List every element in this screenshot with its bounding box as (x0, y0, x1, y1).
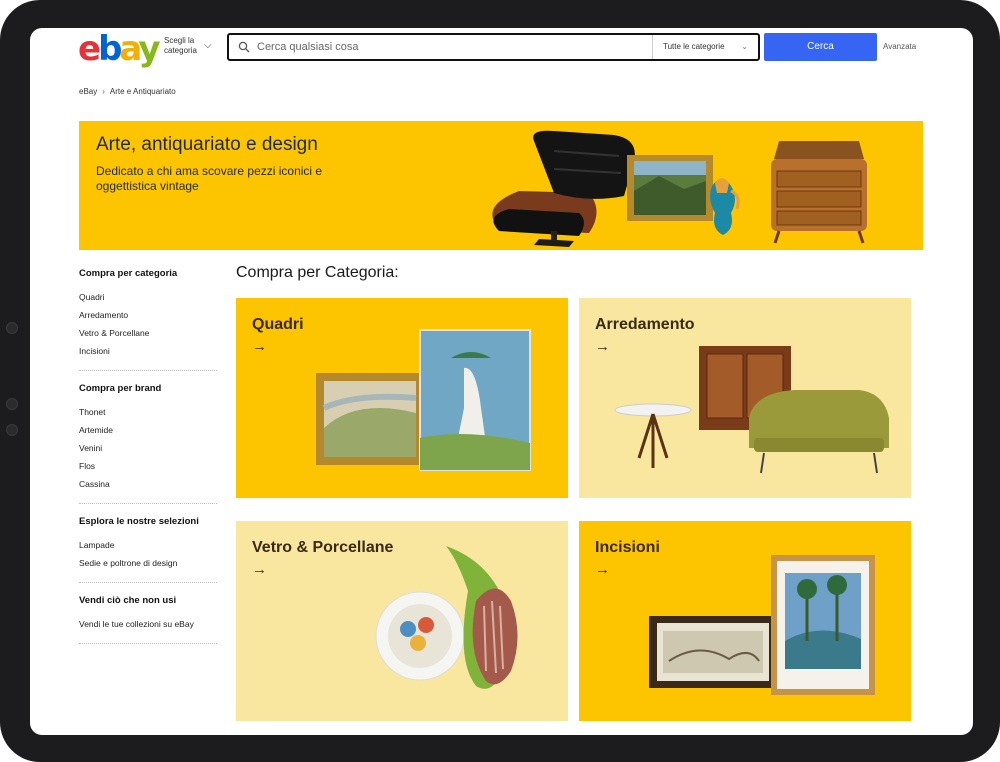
side-button (6, 398, 18, 410)
sidebar-link-cassina[interactable]: Cassina (79, 475, 217, 493)
category-card-vetro-porcellane[interactable]: Vetro & Porcellane → (236, 521, 568, 721)
tablet-frame: ebay Scegli la categoria ⌵ Tutte le cate… (0, 0, 1000, 762)
sidebar-link-vendi[interactable]: Vendi le tue collezioni su eBay (79, 615, 217, 633)
search-icon (238, 41, 250, 53)
category-card-quadri[interactable]: Quadri → (236, 298, 568, 498)
breadcrumb-item[interactable]: eBay (79, 87, 97, 96)
sidebar-link-vetro[interactable]: Vetro & Porcellane (79, 324, 217, 342)
advanced-search-link[interactable]: Avanzata (883, 42, 916, 51)
shop-by-category-label: Scegli la categoria (164, 36, 197, 55)
sidebar-link-flos[interactable]: Flos (79, 457, 217, 475)
furniture-image (614, 346, 889, 474)
sidebar-group: Compra per categoria Quadri Arredamento … (79, 268, 217, 371)
breadcrumb: eBay › Arte e Antiquariato (79, 87, 176, 96)
shop-by-category-button[interactable]: Scegli la categoria (164, 36, 224, 56)
sidebar-group: Compra per brand Thonet Artemide Venini … (79, 383, 217, 504)
search-input[interactable] (257, 35, 647, 59)
search-bar: Tutte le categorie ⌄ (227, 33, 760, 61)
search-category-select[interactable]: Tutte le categorie ⌄ (652, 35, 758, 59)
sidebar-heading: Compra per categoria (79, 268, 178, 279)
category-card-incisioni[interactable]: Incisioni → (579, 521, 911, 721)
hero-image (492, 130, 867, 247)
category-card-arredamento[interactable]: Arredamento → (579, 298, 911, 498)
side-button (6, 322, 18, 334)
screen: ebay Scegli la categoria ⌵ Tutte le cate… (30, 28, 973, 735)
hero-subtitle: Dedicato a chi ama scovare pezzi iconici… (96, 164, 323, 193)
vase-image (710, 178, 740, 235)
paintings-image (316, 329, 531, 471)
category-section-title: Compra per Categoria: (236, 264, 399, 281)
search-category-value: Tutte le categorie (663, 42, 725, 51)
chevron-down-icon: ⌄ (741, 42, 748, 51)
ebay-logo[interactable]: ebay (78, 30, 161, 68)
breadcrumb-item[interactable]: Arte e Antiquariato (110, 87, 176, 96)
hero-banner: Arte, antiquariato e design Dedicato a c… (79, 121, 923, 250)
sidebar-link-thonet[interactable]: Thonet (79, 403, 217, 421)
chevron-right-icon: › (102, 87, 105, 96)
hero-title: Arte, antiquariato e design (96, 134, 318, 155)
lounge-chair-image (492, 130, 635, 247)
glass-porcelain-image (375, 546, 518, 689)
sidebar-heading: Esplora le nostre selezioni (79, 516, 199, 527)
side-button (6, 424, 18, 436)
sidebar-link-quadri[interactable]: Quadri (79, 288, 217, 306)
header: ebay Scegli la categoria ⌵ Tutte le cate… (30, 28, 973, 78)
sidebar-heading: Vendi ciò che non usi (79, 595, 177, 606)
sidebar-heading: Compra per brand (79, 383, 162, 394)
chevron-down-icon: ⌵ (204, 40, 212, 51)
sidebar-link-artemide[interactable]: Artemide (79, 421, 217, 439)
sidebar-link-lampade[interactable]: Lampade (79, 536, 217, 554)
search-button[interactable]: Cerca (764, 33, 877, 61)
landscape-painting-image (627, 155, 713, 221)
sidebar-link-arredamento[interactable]: Arredamento (79, 306, 217, 324)
sidebar-link-incisioni[interactable]: Incisioni (79, 342, 217, 360)
sidebar-link-venini[interactable]: Venini (79, 439, 217, 457)
sidebar: Compra per categoria Quadri Arredamento … (79, 268, 217, 656)
sidebar-link-sedie[interactable]: Sedie e poltrone di design (79, 554, 217, 572)
sidebar-group: Vendi ciò che non usi Vendi le tue colle… (79, 595, 217, 644)
commode-image (771, 141, 867, 244)
prints-image (649, 555, 875, 695)
sidebar-group: Esplora le nostre selezioni Lampade Sedi… (79, 516, 217, 583)
